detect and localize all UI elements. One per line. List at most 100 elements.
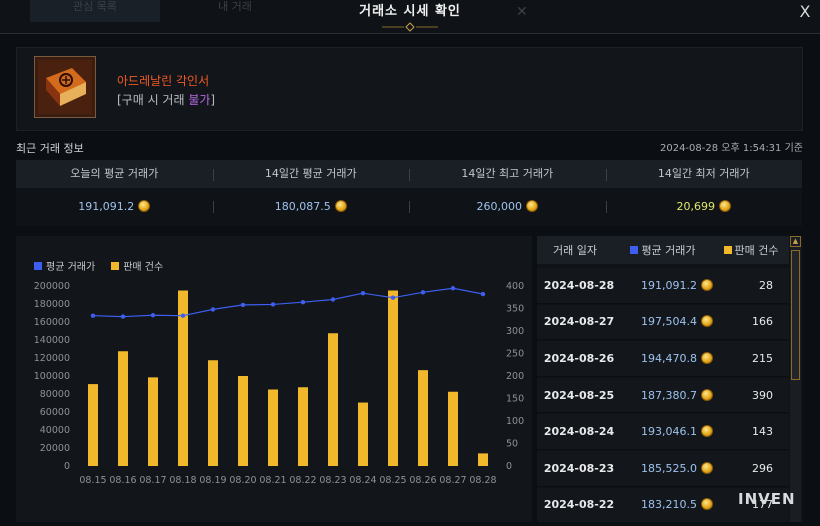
price-chart-panel: 평균 거래가 판매 건수 0 20000 40000 60000 80000 100000… bbox=[16, 236, 532, 522]
title-banner: 거래소 시세 확인 bbox=[330, 0, 490, 34]
scroll-thumb[interactable] bbox=[791, 250, 800, 380]
history-scrollbar[interactable]: ▲ bbox=[790, 236, 801, 522]
row-avg: 193,046.1 bbox=[617, 425, 717, 438]
price-summary-table: 오늘의 평균 거래가 14일간 평균 거래가 14일간 최고 거래가 14일간 … bbox=[16, 160, 802, 226]
gold-coin-icon bbox=[701, 388, 713, 401]
row-date: 2024-08-24 bbox=[543, 425, 615, 439]
summary-value: 260,000 bbox=[409, 188, 606, 226]
row-avg: 191,091.2 bbox=[617, 278, 717, 292]
background-tab-my-trades[interactable]: 내 거래 bbox=[190, 0, 280, 22]
y-left-tick-label: 200000 bbox=[34, 281, 70, 292]
history-row: 2024-08-23 185,525.0 296 bbox=[537, 450, 789, 487]
x-tick-label: 08.19 bbox=[199, 475, 226, 486]
background-tab-watchlist[interactable]: 관심 목록 bbox=[30, 0, 160, 22]
trade-status: 불가 bbox=[188, 93, 211, 107]
bar-sales-count bbox=[328, 333, 338, 466]
history-rows: 2024-08-28 191,091.2 28 2024-08-27 197,504.4… bbox=[537, 268, 789, 524]
avg-price-point bbox=[360, 291, 366, 296]
row-avg: 187,380.7 bbox=[617, 388, 717, 402]
scroll-up-arrow-icon[interactable]: ▲ bbox=[790, 236, 801, 247]
avg-price-point bbox=[390, 295, 396, 300]
row-date: 2024-08-26 bbox=[543, 351, 615, 365]
row-avg: 183,210.5 bbox=[617, 498, 717, 511]
y-right-tick-label: 250 bbox=[506, 349, 524, 360]
value-text: 191,091.2 bbox=[78, 200, 135, 213]
summary-value-row: 191,091.2 180,087.5 260,000 20,699 bbox=[16, 188, 802, 226]
row-date: 2024-08-28 bbox=[543, 278, 615, 292]
gold-coin-icon bbox=[138, 200, 151, 212]
gold-coin-icon bbox=[719, 200, 731, 212]
summary-header: 14일간 평균 거래가 bbox=[212, 160, 410, 188]
row-count: 390 bbox=[752, 388, 773, 402]
x-tick-label: 08.22 bbox=[289, 475, 316, 486]
y-right-tick-label: 50 bbox=[506, 439, 518, 450]
y-left-tick-label: 40000 bbox=[40, 425, 70, 436]
x-tick-label: 08.27 bbox=[439, 475, 466, 486]
header-date: 거래 일자 bbox=[553, 244, 597, 257]
row-avg-value: 183,210.5 bbox=[641, 498, 697, 512]
header-count-label: 판매 건수 bbox=[734, 244, 779, 257]
x-tick-label: 08.24 bbox=[349, 475, 376, 486]
summary-header: 14일간 최저 거래가 bbox=[605, 160, 803, 188]
bar-sales-count bbox=[88, 384, 98, 466]
title-ornament-icon bbox=[382, 22, 438, 32]
y-left-tick-label: 160000 bbox=[34, 317, 70, 328]
summary-header: 오늘의 평균 거래가 bbox=[70, 167, 159, 180]
section-title-recent: 최근 거래 정보 bbox=[16, 142, 84, 155]
row-count: 166 bbox=[752, 315, 773, 329]
price-volume-chart: 0 20000 40000 60000 80000 100000 120000 140000 1… bbox=[34, 281, 524, 486]
bar-sales-count bbox=[208, 360, 218, 466]
row-count: 28 bbox=[759, 278, 773, 292]
gold-coin-icon bbox=[701, 278, 713, 291]
y-left-tick-label: 0 bbox=[64, 461, 70, 472]
bar-sales-count bbox=[358, 402, 368, 466]
summary-header: 14일간 최고 거래가 bbox=[409, 160, 606, 188]
row-count: 296 bbox=[752, 461, 773, 475]
avg-price-point bbox=[240, 302, 246, 308]
gold-coin-icon bbox=[701, 498, 713, 511]
avg-price-point bbox=[90, 313, 96, 318]
avg-price-point bbox=[300, 300, 306, 305]
row-date: 2024-08-23 bbox=[543, 461, 615, 475]
history-row: 2024-08-24 193,046.1 143 bbox=[537, 414, 789, 450]
y-left-tick-label: 140000 bbox=[34, 335, 70, 346]
close-button[interactable]: X bbox=[796, 3, 814, 21]
x-tick-label: 08.18 bbox=[169, 475, 196, 486]
engraving-book-icon bbox=[38, 60, 92, 114]
avg-price-point bbox=[420, 290, 426, 295]
header-avg: 평균 거래가 bbox=[613, 242, 713, 258]
summary-header-row: 오늘의 평균 거래가 14일간 평균 거래가 14일간 최고 거래가 14일간 … bbox=[16, 160, 802, 188]
history-header: 거래 일자 평균 거래가 판매 건수 bbox=[537, 236, 789, 264]
timestamp: 2024-08-28 오후 1:54:31 기준 bbox=[659, 143, 803, 154]
x-tick-label: 08.25 bbox=[379, 475, 406, 486]
row-avg-value: 193,046.1 bbox=[641, 425, 697, 439]
row-avg-value: 197,504.4 bbox=[641, 315, 697, 329]
x-tick-label: 08.23 bbox=[319, 475, 346, 486]
header-swatch-avg bbox=[630, 246, 639, 254]
row-avg: 197,504.4 bbox=[617, 315, 717, 328]
item-trade-restriction: [구매 시 거래 불가] bbox=[117, 91, 215, 108]
gold-coin-icon bbox=[701, 315, 713, 328]
avg-price-point bbox=[450, 286, 456, 291]
window-title: 거래소 시세 확인 bbox=[359, 4, 461, 19]
y-right-tick-label: 300 bbox=[506, 326, 524, 337]
row-count: 215 bbox=[752, 351, 773, 365]
y-right-tick-label: 100 bbox=[506, 416, 524, 427]
gold-coin-icon bbox=[334, 200, 347, 212]
avg-price-point bbox=[480, 291, 486, 297]
title-bar: 관심 목록 내 거래 ✕ 거래소 시세 확인 X bbox=[0, 0, 820, 34]
gold-coin-icon bbox=[526, 200, 538, 212]
trade-suffix: ] bbox=[210, 93, 216, 107]
row-date: 2024-08-22 bbox=[543, 498, 615, 512]
history-row: 2024-08-25 187,380.7 390 bbox=[537, 377, 789, 414]
header-swatch-count bbox=[723, 246, 732, 254]
item-panel: 아드레날린 각인서 [구매 시 거래 불가] bbox=[16, 47, 803, 131]
x-tick-label: 08.17 bbox=[139, 475, 166, 486]
avg-price-point bbox=[330, 297, 336, 302]
x-tick-label: 08.28 bbox=[469, 475, 496, 486]
trade-prefix: [구매 시 거래 bbox=[117, 93, 189, 107]
row-date: 2024-08-25 bbox=[543, 388, 615, 402]
gold-coin-icon bbox=[701, 351, 713, 364]
avg-price-point bbox=[120, 314, 126, 319]
history-row: 2024-08-26 194,470.8 215 bbox=[537, 341, 789, 377]
